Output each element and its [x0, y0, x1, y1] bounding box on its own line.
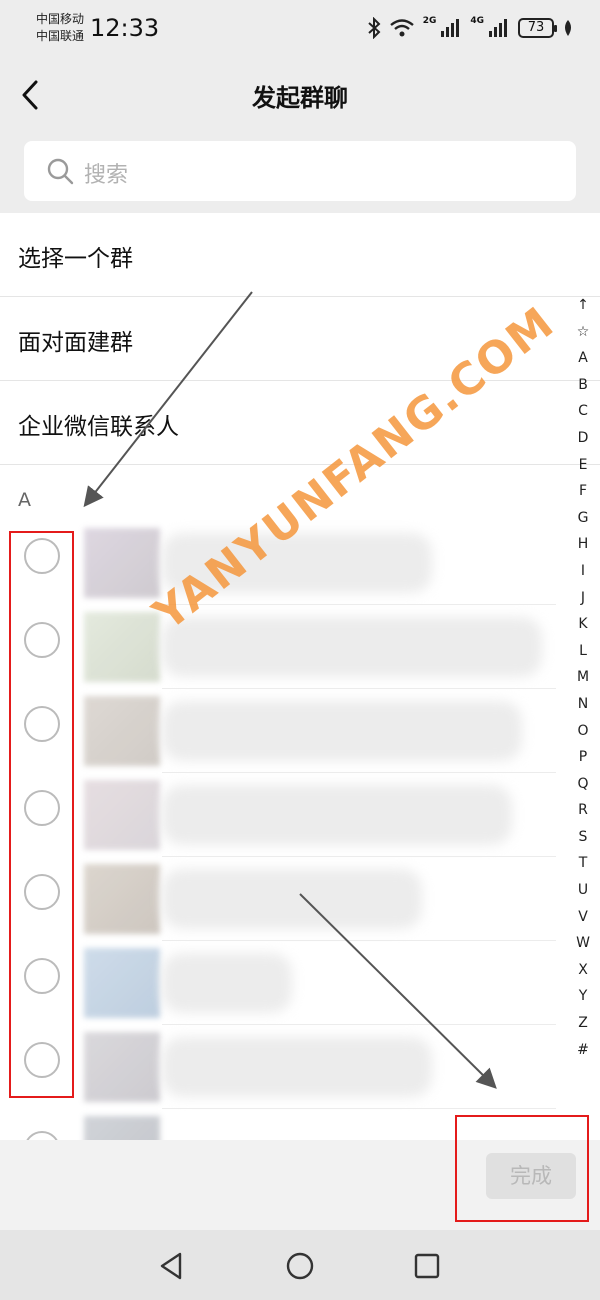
- circle-home-icon: [286, 1252, 314, 1280]
- wifi-icon: [389, 19, 414, 37]
- divider: [0, 464, 600, 465]
- select-checkbox[interactable]: [24, 958, 60, 994]
- contact-row[interactable]: [0, 689, 600, 773]
- redacted-name: [162, 953, 292, 1013]
- signal-icon-2: [489, 19, 507, 37]
- section-header: A: [18, 489, 31, 511]
- done-button[interactable]: 完成: [486, 1153, 576, 1199]
- alphabet-index-letter[interactable]: Q: [570, 771, 596, 798]
- alphabet-index-letter[interactable]: P: [570, 744, 596, 771]
- contact-row[interactable]: [0, 605, 600, 689]
- search-icon: [47, 158, 74, 185]
- select-checkbox[interactable]: [24, 790, 60, 826]
- alphabet-index-letter[interactable]: A: [570, 345, 596, 372]
- alphabet-index-letter[interactable]: K: [570, 611, 596, 638]
- select-checkbox[interactable]: [24, 706, 60, 742]
- alphabet-index-letter[interactable]: ↑: [570, 292, 596, 319]
- alphabet-index-letter[interactable]: W: [570, 930, 596, 957]
- select-checkbox[interactable]: [24, 1131, 60, 1140]
- carrier-info: 中国移动 中国联通: [36, 11, 84, 45]
- alphabet-index-letter[interactable]: J: [570, 585, 596, 612]
- nav-home-button[interactable]: [284, 1250, 316, 1282]
- redacted-name: [162, 869, 422, 929]
- alphabet-index-letter[interactable]: S: [570, 824, 596, 851]
- contact-row[interactable]: [0, 1109, 600, 1140]
- status-bar: 中国移动 中国联通 12:33 2G 4G 73: [0, 0, 600, 56]
- clock: 12:33: [90, 14, 160, 42]
- navigation-bar: [0, 1230, 600, 1300]
- contact-row[interactable]: [0, 857, 600, 941]
- redacted-name: [162, 1037, 432, 1097]
- select-checkbox[interactable]: [24, 622, 60, 658]
- alphabet-index-letter[interactable]: R: [570, 797, 596, 824]
- carrier-1: 中国移动: [36, 12, 85, 26]
- alphabet-index-letter[interactable]: C: [570, 398, 596, 425]
- alphabet-index-letter[interactable]: D: [570, 425, 596, 452]
- alphabet-index-letter[interactable]: B: [570, 372, 596, 399]
- search-placeholder: 搜索: [84, 163, 129, 188]
- avatar: [84, 1032, 160, 1102]
- contact-row[interactable]: [0, 773, 600, 857]
- alphabet-index-letter[interactable]: F: [570, 478, 596, 505]
- nav-back-button[interactable]: [156, 1250, 188, 1282]
- alphabet-index-letter[interactable]: L: [570, 638, 596, 665]
- alphabet-index-letter[interactable]: H: [570, 531, 596, 558]
- search-input[interactable]: 搜索: [24, 141, 576, 201]
- select-checkbox[interactable]: [24, 874, 60, 910]
- alphabet-index-letter[interactable]: #: [570, 1037, 596, 1064]
- avatar: [84, 528, 160, 598]
- alphabet-index-letter[interactable]: Z: [570, 1010, 596, 1037]
- carrier-2: 中国联通: [36, 29, 85, 43]
- menu-item-label: 面对面建群: [18, 330, 133, 356]
- avatar: [84, 1116, 160, 1140]
- select-checkbox[interactable]: [24, 538, 60, 574]
- alphabet-index-letter[interactable]: U: [570, 877, 596, 904]
- redacted-name: [162, 617, 542, 677]
- alphabet-index-letter[interactable]: N: [570, 691, 596, 718]
- alphabet-index-letter[interactable]: X: [570, 957, 596, 984]
- leaf-icon: [565, 20, 571, 36]
- alphabet-index-letter[interactable]: I: [570, 558, 596, 585]
- alphabet-index-letter[interactable]: M: [570, 664, 596, 691]
- avatar: [84, 612, 160, 682]
- alphabet-index-letter[interactable]: O: [570, 718, 596, 745]
- bluetooth-icon: [368, 17, 381, 39]
- contact-row[interactable]: [0, 941, 600, 1025]
- battery-indicator: 73: [518, 18, 557, 38]
- alphabet-index-letter[interactable]: V: [570, 904, 596, 931]
- bottom-action-bar: 完成: [0, 1140, 600, 1230]
- menu-item-work-contacts[interactable]: 企业微信联系人: [0, 381, 600, 465]
- square-recents-icon: [414, 1253, 440, 1279]
- title-bar: 发起群聊: [0, 56, 600, 132]
- avatar: [84, 780, 160, 850]
- redacted-name: [162, 785, 512, 845]
- menu-item-label: 企业微信联系人: [18, 414, 179, 440]
- redacted-name: [162, 701, 522, 761]
- select-checkbox[interactable]: [24, 1042, 60, 1078]
- avatar: [84, 948, 160, 1018]
- alphabet-index-letter[interactable]: G: [570, 505, 596, 532]
- menu-item-select-group[interactable]: 选择一个群: [0, 213, 600, 297]
- status-icons: 2G 4G 73: [367, 14, 574, 42]
- alphabet-index-letter[interactable]: E: [570, 452, 596, 479]
- nav-recents-button[interactable]: [411, 1250, 443, 1282]
- contact-row[interactable]: [0, 1025, 600, 1109]
- signal-icon-1: [441, 19, 460, 37]
- network-type-1: 2G: [422, 16, 437, 26]
- alphabet-index-letter[interactable]: Y: [570, 983, 596, 1010]
- network-type-2: 4G: [470, 16, 484, 26]
- avatar: [84, 696, 160, 766]
- alphabet-index-letter[interactable]: T: [570, 850, 596, 877]
- page-title: 发起群聊: [252, 84, 348, 112]
- alphabet-index-letter[interactable]: ☆: [570, 319, 596, 346]
- menu-item-label: 选择一个群: [18, 246, 133, 272]
- avatar: [84, 864, 160, 934]
- alphabet-index[interactable]: ↑ ☆ A B C D E F G H I J K L M N O P Q R S T U V W X Y Z #: [570, 292, 596, 1063]
- triangle-back-icon: [160, 1252, 182, 1280]
